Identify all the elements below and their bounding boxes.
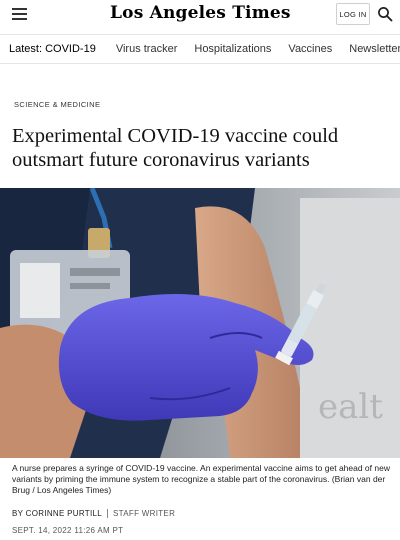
- nav-item-vaccines[interactable]: Vaccines: [277, 43, 332, 55]
- topic-nav-bar: Latest: COVID-19 Virus tracker Hospitali…: [0, 34, 400, 64]
- author-link[interactable]: BY CORINNE PURTILL: [12, 509, 102, 518]
- article-photo: ealt: [0, 188, 400, 458]
- search-icon[interactable]: [377, 6, 393, 22]
- author-role: STAFF WRITER: [113, 509, 176, 518]
- masthead-logo[interactable]: Los Angeles Times: [110, 3, 290, 23]
- publish-date: SEPT. 14, 2022 11:26 AM PT: [12, 526, 124, 535]
- vaccine-photo-illustration: ealt: [0, 188, 400, 458]
- nav-item-hospitalizations[interactable]: Hospitalizations: [183, 43, 271, 55]
- byline: BY CORINNE PURTILL STAFF WRITER: [12, 509, 392, 518]
- nav-latest-covid[interactable]: Latest: COVID-19: [0, 43, 106, 55]
- hamburger-menu-icon[interactable]: [12, 8, 27, 20]
- svg-text:ealt: ealt: [318, 387, 383, 427]
- nav-item-newsletter[interactable]: Newsletter: [338, 43, 400, 55]
- nav-item-virus-tracker[interactable]: Virus tracker: [106, 43, 178, 55]
- article-headline: Experimental COVID-19 vaccine could outs…: [12, 125, 339, 171]
- section-kicker[interactable]: SCIENCE & MEDICINE: [14, 100, 100, 109]
- byline-divider: [107, 509, 109, 518]
- login-button[interactable]: LOG IN: [336, 3, 370, 25]
- photo-caption: A nurse prepares a syringe of COVID-19 v…: [12, 463, 390, 495]
- top-bar: Los Angeles Times LOG IN: [0, 0, 400, 30]
